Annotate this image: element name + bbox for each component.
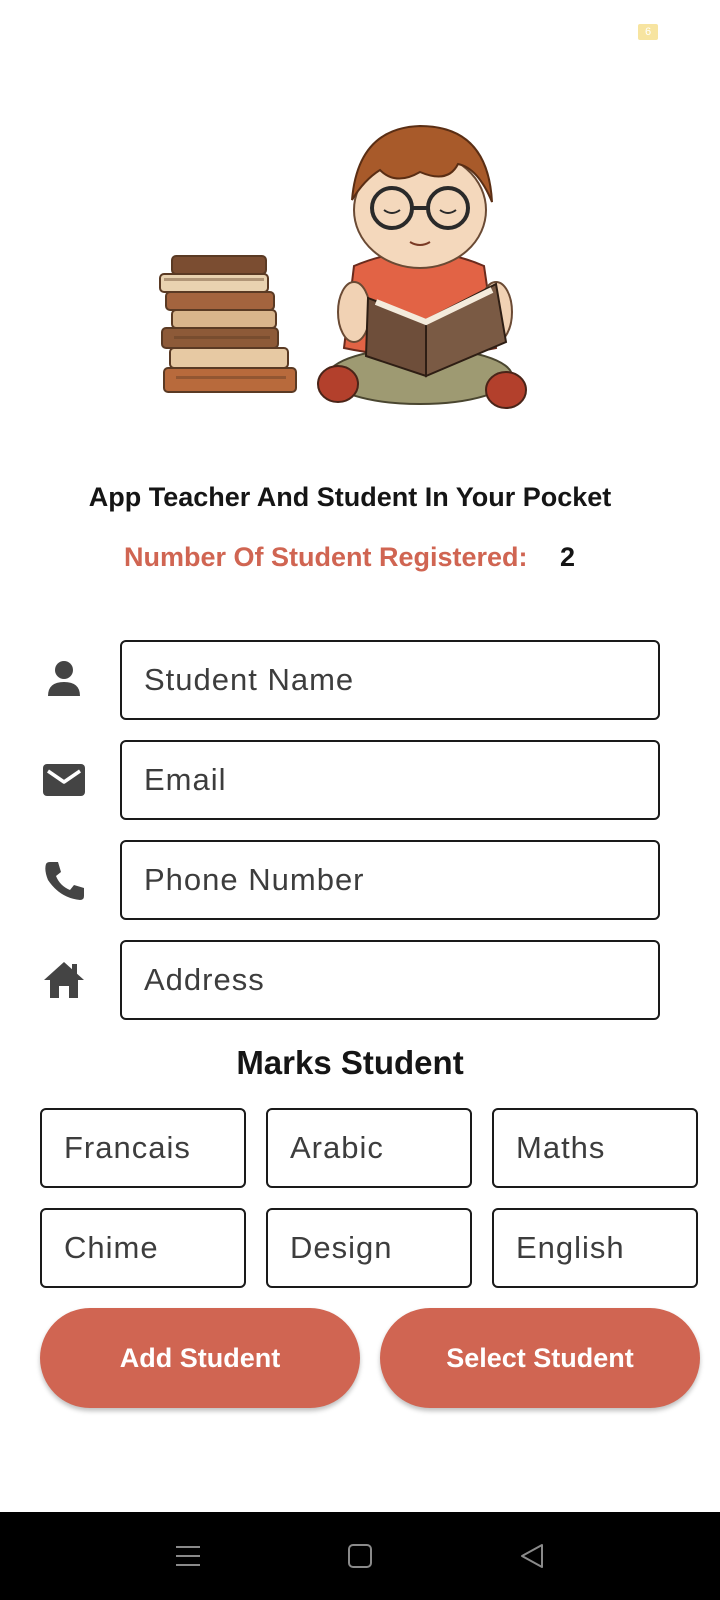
back-icon [521, 1544, 543, 1568]
add-student-button[interactable]: Add Student [40, 1308, 360, 1408]
status-badge: 6 [638, 24, 658, 40]
english-mark-input[interactable] [492, 1208, 698, 1288]
francais-mark-input[interactable] [40, 1108, 246, 1188]
registered-count-row: Number Of Student Registered: 2 [0, 542, 720, 580]
marks-section-title: Marks Student [236, 1044, 464, 1081]
home-icon [40, 958, 88, 1002]
phone-icon [40, 858, 88, 902]
app-title: App Teacher And Student In Your Pocket [88, 482, 612, 512]
phone-number-input[interactable] [120, 840, 660, 920]
boy-illustration [317, 124, 527, 409]
phone-row [0, 840, 720, 920]
person-icon [40, 658, 88, 702]
registered-count-label: Number Of Student Registered: [124, 542, 528, 572]
arabic-mark-input[interactable] [266, 1108, 472, 1188]
email-input[interactable] [120, 740, 660, 820]
chime-mark-input[interactable] [40, 1208, 246, 1288]
email-row [0, 740, 720, 820]
home-square-icon [348, 1544, 372, 1568]
registered-count-value: 2 [560, 542, 576, 572]
student-name-input[interactable] [120, 640, 660, 720]
book-stack-illustration [159, 255, 297, 393]
nav-home-button[interactable] [300, 1512, 420, 1600]
menu-icon [176, 1546, 200, 1566]
maths-mark-input[interactable] [492, 1108, 698, 1188]
student-name-row [0, 640, 720, 720]
address-input[interactable] [120, 940, 660, 1020]
design-mark-input[interactable] [266, 1208, 472, 1288]
nav-menu-button[interactable] [128, 1512, 248, 1600]
mail-icon [40, 758, 88, 802]
nav-back-button[interactable] [472, 1512, 592, 1600]
navigation-bar [0, 1512, 720, 1600]
address-row [0, 940, 720, 1020]
boy-reading-illustration [158, 98, 542, 420]
select-student-button[interactable]: Select Student [380, 1308, 700, 1408]
